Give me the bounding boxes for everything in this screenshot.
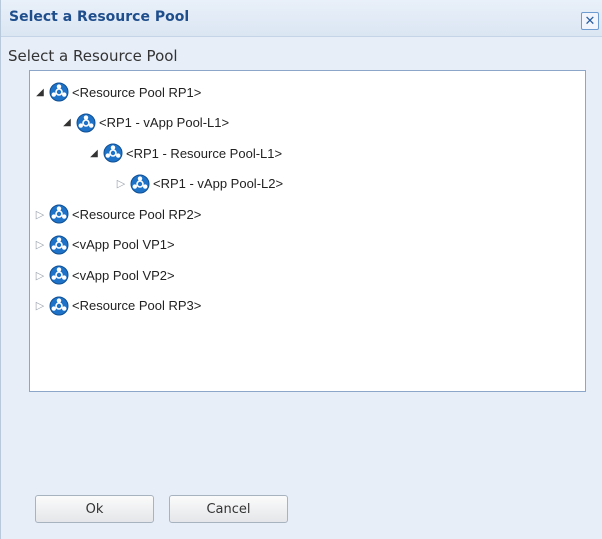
cancel-button[interactable]: Cancel — [169, 495, 288, 523]
collapsed-arrow-icon[interactable]: ▷ — [34, 269, 46, 282]
close-button[interactable]: ✕ — [581, 12, 599, 30]
resource-pool-icon — [49, 204, 69, 224]
tree-node-label[interactable]: <RP1 - vApp Pool-L1> — [99, 115, 229, 130]
collapsed-arrow-icon[interactable]: ▷ — [34, 299, 46, 312]
tree-node-label[interactable]: <Resource Pool RP2> — [72, 207, 201, 222]
resource-pool-icon — [76, 113, 96, 133]
tree-node[interactable]: ◢ <RP1 - vApp Pool-L1> — [61, 111, 229, 135]
tree-node[interactable]: ▷ <vApp Pool VP1> — [34, 233, 175, 257]
dialog-subtitle: Select a Resource Pool — [8, 47, 178, 65]
tree-node[interactable]: ▷ <RP1 - vApp Pool-L2> — [115, 172, 283, 196]
resource-pool-icon — [49, 265, 69, 285]
tree-node-label[interactable]: <Resource Pool RP3> — [72, 298, 201, 313]
resource-pool-icon — [130, 174, 150, 194]
tree-node-label[interactable]: <RP1 - Resource Pool-L1> — [126, 146, 282, 161]
dialog-titlebar: Select a Resource Pool ✕ — [1, 0, 602, 37]
tree-node[interactable]: ▷ <vApp Pool VP2> — [34, 263, 175, 287]
tree-node[interactable]: ◢ <RP1 - Resource Pool-L1> — [88, 141, 282, 165]
ok-button[interactable]: Ok — [35, 495, 154, 523]
collapsed-arrow-icon[interactable]: ▷ — [34, 238, 46, 251]
resource-pool-dialog: Select a Resource Pool ✕ Select a Resour… — [0, 0, 602, 539]
dialog-title: Select a Resource Pool — [9, 9, 190, 25]
resource-pool-icon — [49, 235, 69, 255]
resource-pool-icon — [103, 143, 123, 163]
resource-pool-tree[interactable]: ◢ <Resource Pool RP1> ◢ <RP1 - vApp Pool-L1… — [29, 70, 586, 392]
collapsed-arrow-icon[interactable]: ▷ — [34, 208, 46, 221]
expanded-arrow-icon[interactable]: ◢ — [61, 117, 73, 129]
expanded-arrow-icon[interactable]: ◢ — [34, 86, 46, 98]
tree-node[interactable]: ◢ <Resource Pool RP1> — [34, 80, 201, 104]
collapsed-arrow-icon[interactable]: ▷ — [115, 177, 127, 190]
tree-node-label[interactable]: <vApp Pool VP2> — [72, 268, 175, 283]
resource-pool-icon — [49, 82, 69, 102]
tree-node[interactable]: ▷ <Resource Pool RP2> — [34, 202, 201, 226]
tree-node-label[interactable]: <RP1 - vApp Pool-L2> — [153, 176, 283, 191]
resource-pool-icon — [49, 296, 69, 316]
tree-node-label[interactable]: <vApp Pool VP1> — [72, 237, 175, 252]
expanded-arrow-icon[interactable]: ◢ — [88, 147, 100, 159]
tree-node[interactable]: ▷ <Resource Pool RP3> — [34, 294, 201, 318]
close-icon: ✕ — [584, 13, 596, 29]
tree-node-label[interactable]: <Resource Pool RP1> — [72, 85, 201, 100]
